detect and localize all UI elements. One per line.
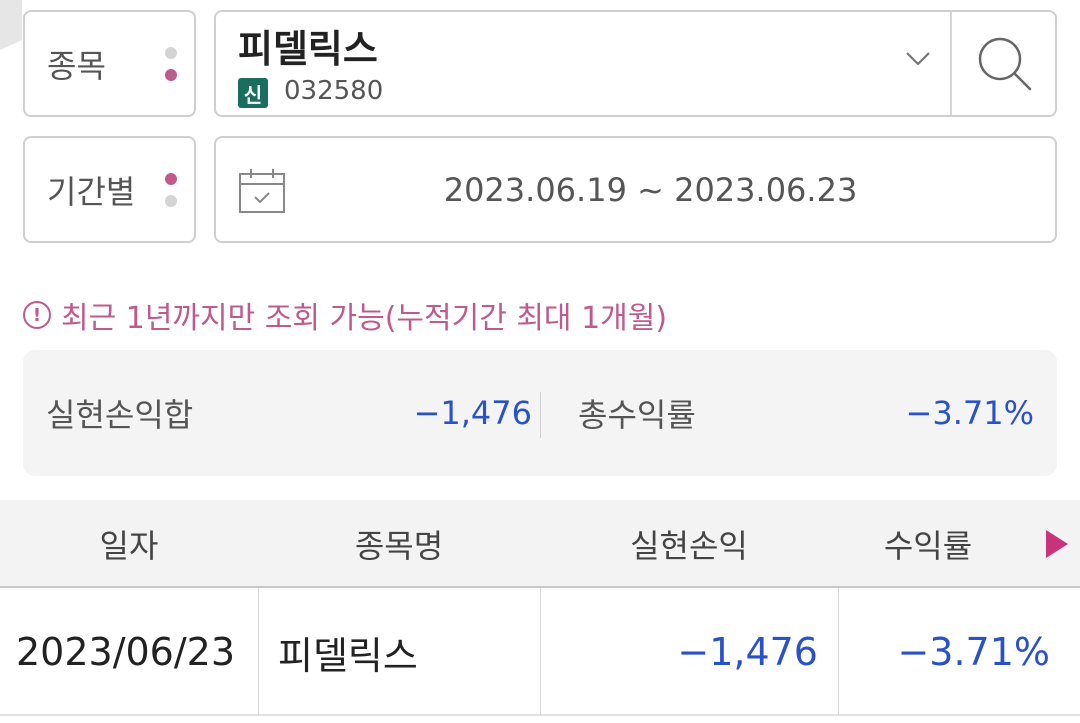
menu-dots-icon bbox=[164, 46, 178, 81]
realized-pnl-label: 실현손익합 bbox=[46, 396, 194, 434]
period-filter-label: 기간별 bbox=[47, 172, 136, 211]
column-header-stock-name[interactable]: 종목명 bbox=[258, 500, 540, 588]
search-button[interactable] bbox=[952, 12, 1057, 115]
row-realized-pnl: −1,476 bbox=[677, 630, 818, 674]
summary-card: 실현손익합 −1,476 총수익률 −3.71% bbox=[23, 350, 1057, 476]
table-row[interactable]: 2023/06/23 피델릭스 −1,476 −3.71% bbox=[0, 588, 1080, 716]
date-range-text: 2023.06.19 ~ 2023.06.23 bbox=[443, 170, 858, 209]
realized-pnl-value: −1,476 bbox=[413, 394, 532, 432]
table-header: 일자 종목명 실현손익 수익률 bbox=[0, 500, 1080, 588]
cell-divider bbox=[540, 588, 541, 716]
stock-code: 032580 bbox=[284, 76, 384, 106]
cell-divider bbox=[838, 588, 839, 716]
row-stock-name: 피델릭스 bbox=[278, 633, 418, 678]
query-notice: ! 최근 1년까지만 조회 가능(누적기간 최대 1개월) bbox=[23, 292, 667, 338]
summary-divider bbox=[540, 392, 541, 438]
menu-dots-icon bbox=[164, 172, 178, 207]
period-filter-label-box[interactable]: 기간별 bbox=[23, 136, 196, 243]
stock-filter-label: 종목 bbox=[47, 46, 106, 85]
column-header-return[interactable]: 수익률 bbox=[838, 500, 1018, 588]
column-header-realized-pnl[interactable]: 실현손익 bbox=[540, 500, 838, 588]
stock-filter-label-box[interactable]: 종목 bbox=[23, 10, 196, 117]
row-return: −3.71% bbox=[897, 630, 1050, 674]
column-header-date[interactable]: 일자 bbox=[0, 500, 258, 588]
scroll-right-arrow-icon[interactable] bbox=[1046, 530, 1068, 558]
date-range-field[interactable]: 2023.06.19 ~ 2023.06.23 bbox=[214, 136, 1057, 243]
total-return-value: −3.71% bbox=[905, 394, 1034, 432]
row-date: 2023/06/23 bbox=[16, 630, 236, 674]
info-icon: ! bbox=[23, 301, 51, 329]
search-icon bbox=[978, 37, 1031, 90]
corner-decoration bbox=[0, 0, 22, 50]
notice-text: 최근 1년까지만 조회 가능(누적기간 최대 1개월) bbox=[61, 301, 668, 336]
chevron-down-icon[interactable] bbox=[904, 50, 932, 68]
stock-badge: 신 bbox=[238, 78, 268, 108]
stock-name: 피델릭스 bbox=[238, 27, 378, 71]
total-return-label: 총수익률 bbox=[578, 396, 696, 434]
cell-divider bbox=[258, 588, 259, 716]
stock-selector[interactable]: 피델릭스 신 032580 bbox=[214, 10, 1057, 117]
